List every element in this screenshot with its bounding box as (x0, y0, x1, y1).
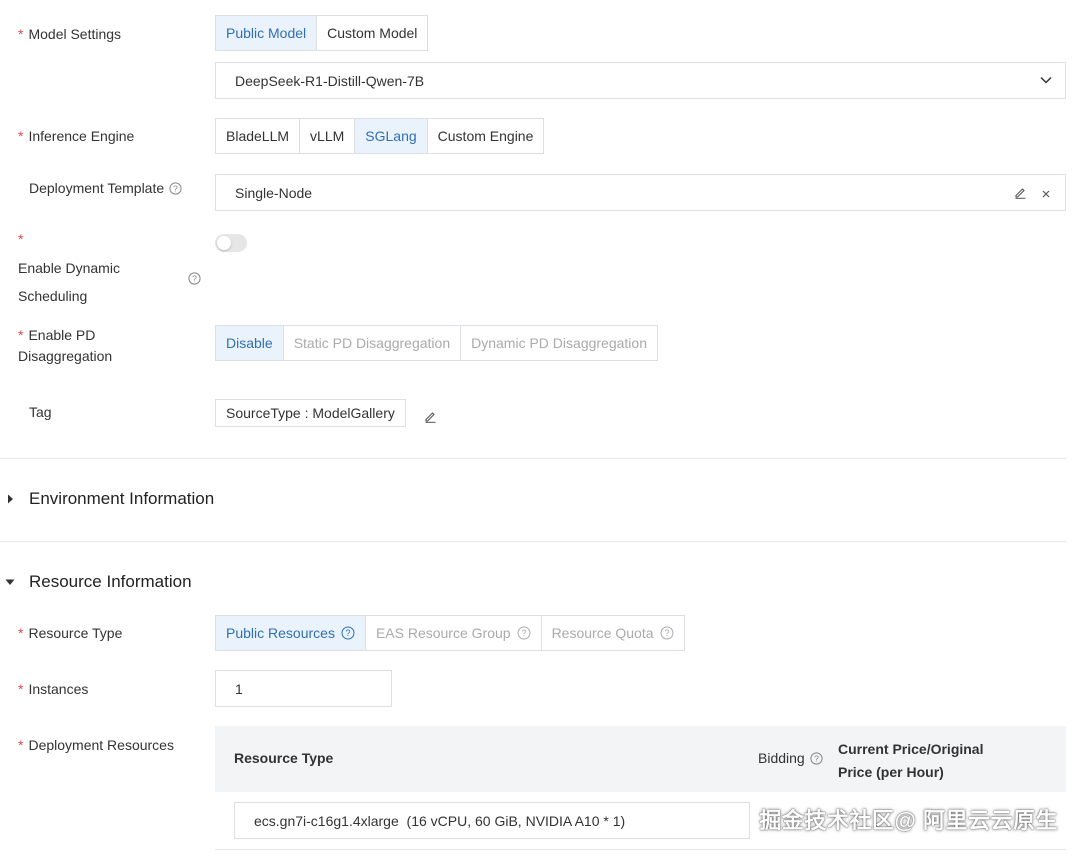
help-icon[interactable]: ? (660, 626, 674, 640)
required-marker: * (18, 327, 24, 343)
pd-dynamic-option[interactable]: Dynamic PD Disaggregation (460, 325, 658, 361)
model-select-value: DeepSeek-R1-Distill-Qwen-7B (235, 72, 425, 89)
public-model-tab[interactable]: Public Model (215, 15, 318, 51)
public-resources-option[interactable]: Public Resources ? (215, 615, 366, 651)
edit-icon[interactable] (424, 410, 437, 426)
column-price: Current Price/Original Price (per Hour) (838, 738, 983, 784)
pd-disable-option[interactable]: Disable (215, 325, 284, 361)
column-resource-type: Resource Type (234, 750, 334, 766)
column-price-line2: Price (per Hour) (838, 764, 944, 780)
chevron-down-icon (1039, 73, 1053, 90)
help-icon[interactable]: ? (517, 626, 531, 640)
instances-label: * Instances (18, 679, 88, 699)
resource-quota-label: Resource Quota (551, 625, 654, 641)
dynamic-scheduling-label-line1: Enable Dynamic (18, 260, 120, 276)
tag-chip: SourceType : ModelGallery (215, 399, 406, 427)
required-marker: * (18, 231, 24, 247)
edit-icon[interactable] (1014, 186, 1027, 202)
resource-section-header[interactable]: Resource Information (0, 572, 192, 592)
inference-engine-label-text: Inference Engine (28, 128, 135, 144)
pd-disaggregation-label: * Enable PD Disaggregation (18, 325, 112, 367)
tag-value: SourceType : ModelGallery (226, 405, 395, 421)
dynamic-scheduling-label-line2: Scheduling (18, 288, 88, 304)
public-resources-label: Public Resources (226, 625, 335, 641)
toggle-knob (217, 236, 231, 250)
tag-label: Tag (29, 404, 52, 420)
svg-text:?: ? (173, 183, 178, 193)
svg-text:?: ? (521, 628, 526, 638)
instances-input[interactable]: 1 (215, 670, 392, 707)
inference-engine-label: * Inference Engine (18, 126, 134, 146)
custom-model-tab[interactable]: Custom Model (316, 15, 429, 51)
section-divider (0, 458, 1066, 459)
instances-label-text: Instances (28, 681, 89, 697)
deployment-resources-label: * Deployment Resources (18, 735, 174, 755)
pd-disaggregation-label-line2: Disaggregation (18, 348, 113, 364)
environment-section-title: Environment Information (29, 489, 215, 508)
required-marker: * (18, 625, 24, 641)
environment-section-header[interactable]: Environment Information (0, 489, 214, 509)
required-marker: * (18, 681, 24, 697)
eas-resource-group-option[interactable]: EAS Resource Group ? (364, 615, 542, 651)
resource-table-header: Resource Type Bidding ? Current Price/Or… (215, 726, 1066, 792)
inference-engine-options: BladeLLM vLLM SGLang Custom Engine (215, 118, 545, 154)
svg-text:?: ? (345, 628, 350, 638)
caret-down-icon (0, 577, 20, 587)
engine-sglang-option[interactable]: SGLang (354, 118, 428, 154)
dynamic-scheduling-label: Enable Dynamic Scheduling (18, 254, 120, 310)
resource-type-options: Public Resources ? EAS Resource Group ? … (215, 615, 685, 651)
resource-quota-option[interactable]: Resource Quota ? (540, 615, 685, 651)
column-bidding: Bidding ? (758, 750, 823, 766)
required-marker: * (18, 737, 24, 753)
deployment-template-field[interactable]: Single-Node (215, 174, 1066, 211)
resource-type-label-text: Resource Type (28, 625, 123, 641)
model-settings-label: * Model Settings (18, 24, 121, 44)
resource-type-label: * Resource Type (18, 623, 122, 643)
clear-icon[interactable] (1041, 186, 1051, 202)
model-settings-label-text: Model Settings (28, 26, 122, 42)
watermark-text: 掘金技术社区@ 阿里云云原生 (759, 808, 1058, 833)
help-icon[interactable]: ? (341, 626, 355, 640)
svg-text:?: ? (664, 628, 669, 638)
help-icon[interactable]: ? (810, 751, 823, 765)
deployment-template-label: Deployment Template ? (29, 178, 182, 198)
svg-text:?: ? (192, 273, 197, 283)
resource-section-title: Resource Information (29, 572, 192, 591)
required-marker: * (18, 128, 24, 144)
resource-instance-select[interactable]: ecs.gn7i-c16g1.4xlarge (16 vCPU, 60 GiB,… (234, 802, 750, 839)
required-marker: * (18, 26, 24, 42)
pd-disaggregation-options: Disable Static PD Disaggregation Dynamic… (215, 325, 658, 361)
caret-right-icon (0, 493, 20, 505)
deployment-template-label-text: Deployment Template (29, 180, 165, 196)
eas-resource-group-label: EAS Resource Group (375, 625, 511, 641)
resource-instance-value: ecs.gn7i-c16g1.4xlarge (16 vCPU, 60 GiB,… (254, 812, 626, 829)
column-bidding-label: Bidding (758, 750, 805, 766)
column-price-line1: Current Price/Original (838, 741, 984, 757)
engine-bladellm-option[interactable]: BladeLLM (215, 118, 301, 154)
deployment-template-value: Single-Node (235, 184, 313, 201)
engine-vllm-option[interactable]: vLLM (299, 118, 356, 154)
table-row-divider (215, 849, 1066, 850)
pd-disaggregation-label-line1: Enable PD (28, 327, 96, 343)
section-divider (0, 541, 1066, 542)
svg-text:?: ? (814, 753, 819, 763)
help-icon[interactable]: ? (188, 272, 201, 285)
deployment-resources-label-text: Deployment Resources (28, 737, 174, 753)
model-source-tabs: Public Model Custom Model (215, 15, 429, 51)
dynamic-scheduling-toggle[interactable] (215, 234, 247, 252)
engine-custom-option[interactable]: Custom Engine (426, 118, 545, 154)
pd-static-option[interactable]: Static PD Disaggregation (282, 325, 462, 361)
help-icon[interactable]: ? (169, 181, 182, 195)
instances-value: 1 (235, 680, 243, 697)
model-select[interactable]: DeepSeek-R1-Distill-Qwen-7B (215, 62, 1066, 99)
